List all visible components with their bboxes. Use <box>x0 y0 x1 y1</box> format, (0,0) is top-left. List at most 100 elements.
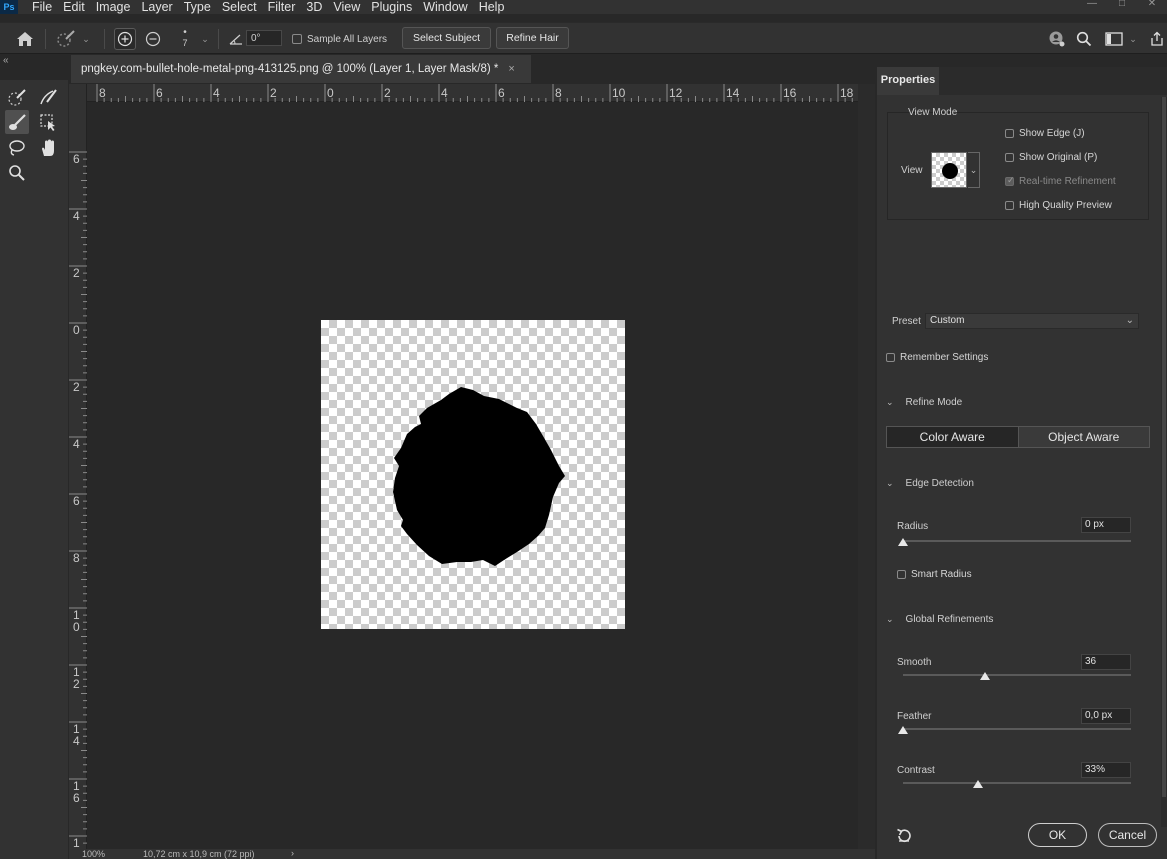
select-subject-button[interactable]: Select Subject <box>402 27 491 49</box>
refine-mode-heading: Refine Mode <box>905 397 963 408</box>
contrast-input[interactable]: 33% <box>1081 762 1131 778</box>
menu-item-select[interactable]: Select <box>222 0 257 14</box>
realtime-refinement-checkbox: Real-time Refinement <box>1005 175 1116 187</box>
view-mode-thumbnail[interactable] <box>931 152 967 188</box>
object-selection-tool-icon[interactable] <box>36 110 60 134</box>
refine-mode-toggle: Color Aware Object Aware <box>886 426 1150 448</box>
color-aware-button[interactable]: Color Aware <box>887 427 1019 447</box>
view-mode-chevron-icon[interactable]: ⌄ <box>968 152 980 188</box>
cloud-user-icon[interactable] <box>1046 29 1068 49</box>
sample-all-layers-checkbox[interactable]: Sample All Layers <box>292 31 387 47</box>
smooth-slider-knob[interactable] <box>980 672 991 680</box>
contrast-slider-track[interactable] <box>903 782 1131 784</box>
checkbox-box <box>1005 175 1015 186</box>
refine-hair-button[interactable]: Refine Hair <box>496 27 569 49</box>
menu-item-view[interactable]: View <box>333 0 360 14</box>
hand-tool-icon[interactable] <box>36 136 60 160</box>
object-aware-button[interactable]: Object Aware <box>1018 427 1149 447</box>
close-tab-icon[interactable]: × <box>508 63 514 75</box>
ruler-label: 8 <box>73 551 80 565</box>
tool-preset-chevron-icon[interactable]: ⌄ <box>80 31 92 47</box>
workspace-icon[interactable] <box>1103 29 1125 49</box>
refine-edge-brush-icon[interactable] <box>54 28 78 50</box>
feather-slider-track[interactable] <box>903 728 1131 730</box>
remember-settings-label: Remember Settings <box>900 352 989 363</box>
high-quality-preview-checkbox[interactable]: High Quality Preview <box>1005 200 1112 211</box>
show-edge-checkbox[interactable]: Show Edge (J) <box>1005 128 1085 139</box>
home-icon[interactable] <box>14 29 36 49</box>
zoom-tool-icon[interactable] <box>5 161 29 185</box>
document-tab[interactable]: pngkey.com-bullet-hole-metal-png-413125.… <box>71 55 531 83</box>
menu-item-help[interactable]: Help <box>479 0 505 14</box>
status-chevron-icon[interactable]: › <box>291 848 294 858</box>
radius-slider-knob[interactable] <box>898 538 908 546</box>
restore-original-edge-icon[interactable] <box>142 28 164 50</box>
ruler-label: 2 <box>73 380 80 394</box>
panel-scrollbar[interactable] <box>1161 97 1167 827</box>
brush-chevron-icon[interactable]: ⌄ <box>199 31 211 47</box>
ruler-label: 6 <box>156 86 163 100</box>
ruler-label: 2 <box>73 266 80 280</box>
show-original-checkbox[interactable]: Show Original (P) <box>1005 152 1097 163</box>
search-icon[interactable] <box>1074 29 1094 49</box>
bullet-hole-mask <box>393 387 565 566</box>
refine-edge-brush-tool-icon[interactable] <box>36 85 60 109</box>
divider <box>104 29 105 49</box>
preset-dropdown[interactable]: Custom ⌄ <box>925 313 1139 329</box>
menu-item-plugins[interactable]: Plugins <box>371 0 412 14</box>
tab-properties[interactable]: Properties <box>877 67 939 95</box>
contrast-slider-knob[interactable] <box>973 780 984 788</box>
ruler-label: 8 <box>99 86 106 100</box>
quick-selection-tool-icon[interactable] <box>5 85 29 109</box>
brush-size-picker[interactable]: • 7 <box>176 25 194 53</box>
scrollbar-thumb[interactable] <box>1162 97 1166 797</box>
ruler-label: 18 <box>840 86 854 100</box>
smooth-slider-track[interactable] <box>903 674 1131 676</box>
menu-item-layer[interactable]: Layer <box>141 0 172 14</box>
zoom-level[interactable]: 100% <box>82 849 105 859</box>
lasso-tool-icon[interactable] <box>5 136 29 160</box>
menu-item-3d[interactable]: 3D <box>306 0 322 14</box>
menu-item-window[interactable]: Window <box>423 0 467 14</box>
vertical-scrollbar[interactable] <box>858 84 875 849</box>
share-icon[interactable] <box>1147 29 1167 49</box>
checkbox-box <box>292 34 302 44</box>
global-refinements-section-header[interactable]: ⌄ Global Refinements <box>886 614 993 625</box>
collapse-toolbar-icon[interactable]: « <box>3 55 9 66</box>
menu-item-type[interactable]: Type <box>184 0 211 14</box>
edge-detection-section-header[interactable]: ⌄ Edge Detection <box>886 478 974 489</box>
ok-button[interactable]: OK <box>1028 823 1087 847</box>
smooth-input[interactable]: 36 <box>1081 654 1131 670</box>
cancel-button[interactable]: Cancel <box>1098 823 1157 847</box>
high-quality-preview-label: High Quality Preview <box>1019 200 1112 211</box>
ruler-label: 2 <box>270 86 277 100</box>
menu-item-file[interactable]: File <box>32 0 52 14</box>
close-window-icon[interactable]: ✕ <box>1137 0 1167 10</box>
window-controls: — □ ✕ <box>1077 0 1167 10</box>
toolbar <box>0 80 68 859</box>
maximize-icon[interactable]: □ <box>1107 0 1137 10</box>
menu-item-image[interactable]: Image <box>96 0 131 14</box>
remember-settings-checkbox[interactable]: Remember Settings <box>886 352 988 363</box>
menu-item-filter[interactable]: Filter <box>268 0 296 14</box>
menu-item-edit[interactable]: Edit <box>63 0 85 14</box>
ruler-label: 8 <box>555 86 562 100</box>
radius-input[interactable]: 0 px <box>1081 517 1131 533</box>
refine-mode-section-header[interactable]: ⌄ Refine Mode <box>886 397 962 408</box>
radius-slider-track[interactable] <box>903 540 1131 542</box>
reset-icon[interactable] <box>895 827 913 845</box>
angle-input[interactable]: 0° <box>246 30 282 46</box>
feather-slider-knob[interactable] <box>898 726 908 734</box>
menu-items: File Edit Image Layer Type Select Filter 3D View… <box>32 0 515 14</box>
document-image[interactable] <box>321 320 625 629</box>
show-original-label: Show Original (P) <box>1019 152 1098 163</box>
expand-detection-area-icon[interactable] <box>114 28 136 50</box>
smart-radius-checkbox[interactable]: Smart Radius <box>897 569 972 580</box>
feather-input[interactable]: 0,0 px <box>1081 708 1131 724</box>
global-refinements-heading: Global Refinements <box>905 614 994 625</box>
brush-tool-icon[interactable] <box>5 110 29 134</box>
ruler-label: 6 <box>73 791 80 805</box>
workspace-chevron-icon[interactable]: ⌄ <box>1127 31 1139 47</box>
minimize-icon[interactable]: — <box>1077 0 1107 10</box>
document-info: 10,72 cm x 10,9 cm (72 ppi) <box>143 849 255 859</box>
